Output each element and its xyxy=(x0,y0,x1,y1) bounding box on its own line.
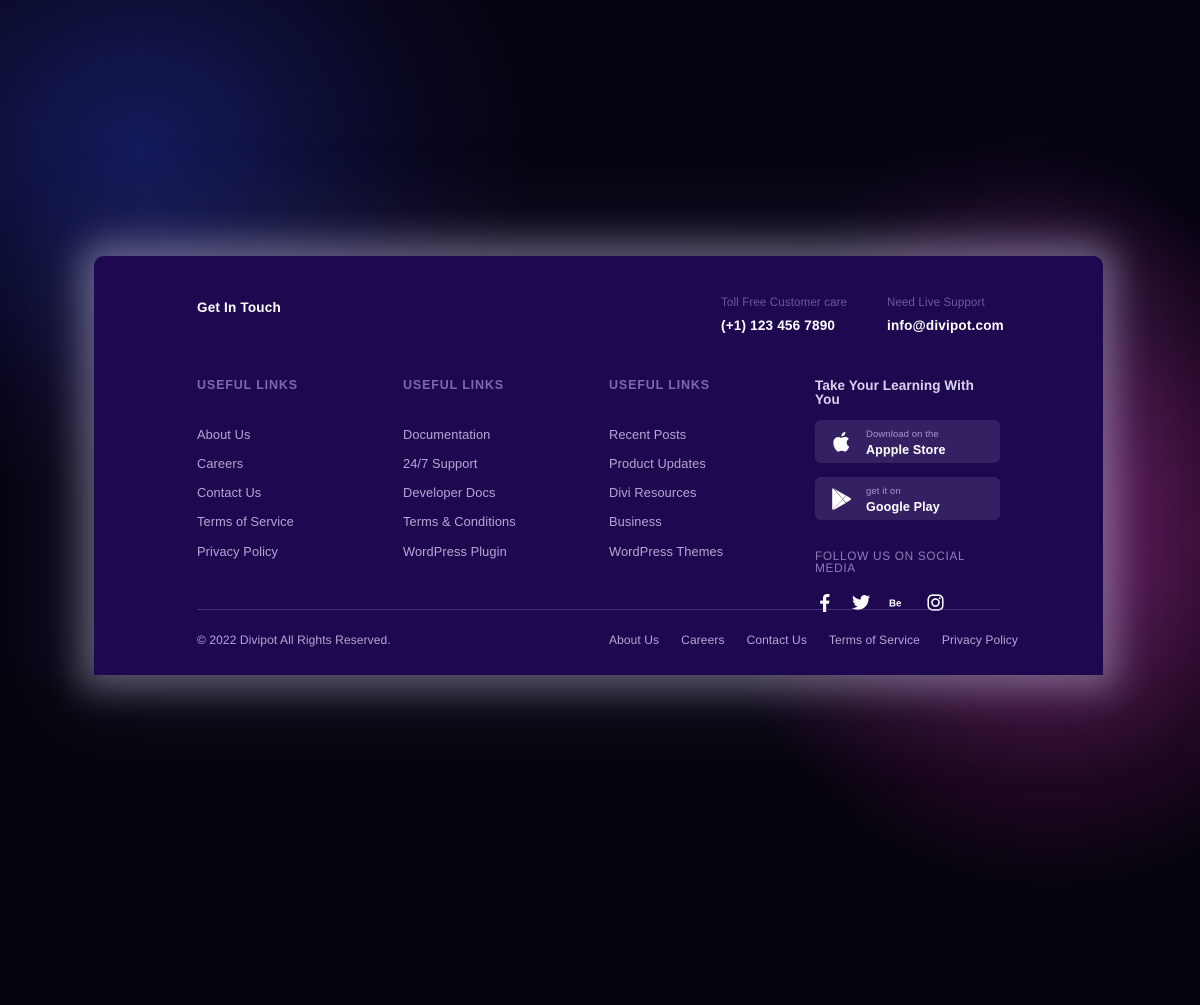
column-link-list: Recent Posts Product Updates Divi Resour… xyxy=(609,429,723,559)
bottom-link-about-us[interactable]: About Us xyxy=(609,634,659,646)
google-play-label: Google Play xyxy=(866,500,940,516)
apple-icon xyxy=(826,431,856,453)
footer-link-developer-docs[interactable]: Developer Docs xyxy=(403,487,516,500)
email-value[interactable]: info@divipot.com xyxy=(887,319,1004,333)
column-title: USEFUL LINKS xyxy=(609,379,723,392)
column-title: USEFUL LINKS xyxy=(197,379,298,392)
app-store-label: Appple Store xyxy=(866,443,946,459)
footer-link-divi-resources[interactable]: Divi Resources xyxy=(609,487,723,500)
footer-card: Get In Touch Toll Free Customer care (+1… xyxy=(94,256,1103,675)
column-title: USEFUL LINKS xyxy=(403,379,516,392)
svg-text:Be: Be xyxy=(889,598,902,609)
google-play-button[interactable]: get it on Google Play xyxy=(815,477,1000,520)
bottom-link-contact-us[interactable]: Contact Us xyxy=(747,634,807,646)
phone-value[interactable]: (+1) 123 456 7890 xyxy=(721,319,847,333)
footer-link-business[interactable]: Business xyxy=(609,516,723,529)
footer-link-contact-us[interactable]: Contact Us xyxy=(197,487,298,500)
footer-link-wordpress-themes[interactable]: WordPress Themes xyxy=(609,546,723,559)
bottom-link-careers[interactable]: Careers xyxy=(681,634,724,646)
copyright-text: © 2022 Divipot All Rights Reserved. xyxy=(197,634,391,646)
footer-link-terms-of-service[interactable]: Terms of Service xyxy=(197,516,298,529)
footer-link-wordpress-plugin[interactable]: WordPress Plugin xyxy=(403,546,516,559)
link-column-3: USEFUL LINKS Recent Posts Product Update… xyxy=(609,379,723,558)
phone-contact-block: Toll Free Customer care (+1) 123 456 789… xyxy=(721,298,847,332)
contact-row: Get In Touch Toll Free Customer care (+1… xyxy=(197,278,1000,326)
app-store-text: Download on the Appple Store xyxy=(866,424,946,459)
footer-link-terms-conditions[interactable]: Terms & Conditions xyxy=(403,516,516,529)
bottom-link-privacy-policy[interactable]: Privacy Policy xyxy=(942,634,1018,646)
social-media-title: FOLLOW US ON SOCIAL MEDIA xyxy=(815,551,1000,575)
footer-link-recent-posts[interactable]: Recent Posts xyxy=(609,429,723,442)
footer-link-documentation[interactable]: Documentation xyxy=(403,429,516,442)
footer-bottom-bar: © 2022 Divipot All Rights Reserved. Abou… xyxy=(197,634,1000,656)
footer-link-privacy-policy[interactable]: Privacy Policy xyxy=(197,546,298,559)
footer-link-careers[interactable]: Careers xyxy=(197,458,298,471)
column-link-list: Documentation 24/7 Support Developer Doc… xyxy=(403,429,516,559)
footer-link-about-us[interactable]: About Us xyxy=(197,429,298,442)
app-store-caption: Download on the xyxy=(866,429,939,440)
bottom-link-terms-of-service[interactable]: Terms of Service xyxy=(829,634,920,646)
link-column-2: USEFUL LINKS Documentation 24/7 Support … xyxy=(403,379,516,558)
phone-label: Toll Free Customer care xyxy=(721,298,847,310)
google-play-icon xyxy=(826,487,856,511)
email-contact-block: Need Live Support info@divipot.com xyxy=(887,298,1004,332)
column-link-list: About Us Careers Contact Us Terms of Ser… xyxy=(197,429,298,559)
footer-bottom-links: About Us Careers Contact Us Terms of Ser… xyxy=(609,634,1018,646)
email-label: Need Live Support xyxy=(887,298,1004,310)
promo-column: Take Your Learning With You Download on … xyxy=(815,379,1000,612)
google-play-caption: get it on xyxy=(866,486,901,497)
link-column-1: USEFUL LINKS About Us Careers Contact Us… xyxy=(197,379,298,558)
app-store-button[interactable]: Download on the Appple Store xyxy=(815,420,1000,463)
google-play-text: get it on Google Play xyxy=(866,481,940,516)
footer-link-product-updates[interactable]: Product Updates xyxy=(609,458,723,471)
footer-divider xyxy=(197,609,1000,610)
footer-link-support[interactable]: 24/7 Support xyxy=(403,458,516,471)
footer-inner: Get In Touch Toll Free Customer care (+1… xyxy=(197,256,1000,675)
promo-title: Take Your Learning With You xyxy=(815,379,1000,406)
get-in-touch-heading: Get In Touch xyxy=(197,300,281,315)
